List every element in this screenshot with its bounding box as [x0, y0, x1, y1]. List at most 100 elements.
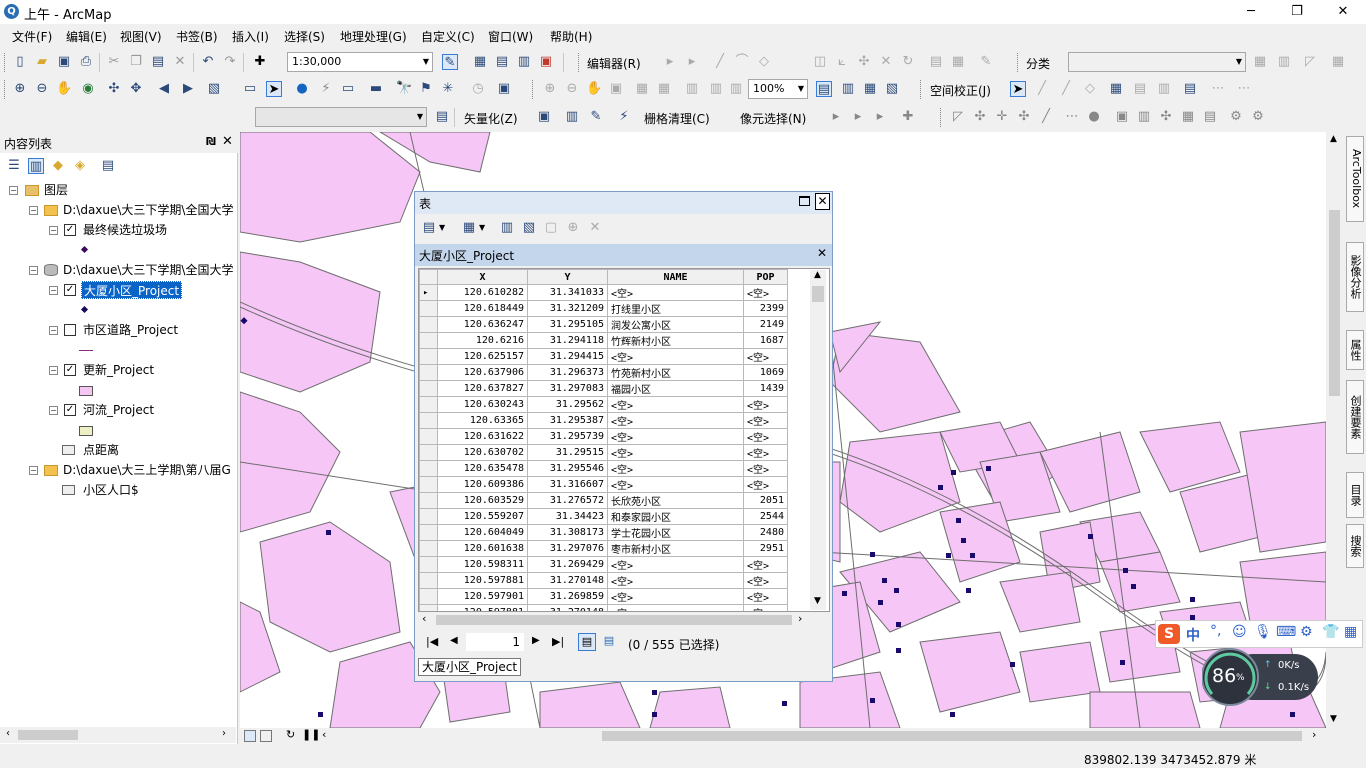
collapse-icon[interactable]: − — [49, 366, 58, 375]
cell-x[interactable]: 120.597881 — [437, 604, 528, 611]
editor-toolbar-icon[interactable]: ✎ — [442, 54, 458, 70]
attribute-transfer-icon[interactable]: ▤ — [1182, 81, 1198, 97]
cell-x[interactable]: 120.597901 — [437, 588, 528, 605]
ime-mode[interactable]: 中 — [1186, 625, 1200, 645]
cell-x[interactable]: 120.603529 — [437, 492, 528, 509]
scroll-thumb[interactable] — [1329, 210, 1340, 396]
cell-name[interactable]: <空> — [607, 412, 744, 429]
table-row[interactable]: 120.635478 31.295546 <空> <空> — [419, 460, 788, 477]
cell-name[interactable]: <空> — [607, 572, 744, 589]
cell-pop[interactable]: 2544 — [743, 508, 788, 525]
forward-extent-icon[interactable]: ▶ — [180, 81, 196, 97]
scroll-left-icon[interactable]: ‹ — [422, 612, 426, 625]
cell-y[interactable]: 31.269429 — [527, 556, 608, 573]
cut-polygon-icon[interactable]: ✣ — [856, 54, 872, 70]
scroll-thumb[interactable] — [18, 730, 78, 740]
open-icon[interactable]: ▰ — [34, 54, 50, 70]
cell-x[interactable]: 120.631622 — [437, 428, 528, 445]
cell-name[interactable]: <空> — [607, 476, 744, 493]
training-manager-icon[interactable]: ▦ — [1252, 54, 1268, 70]
grid-hscroll[interactable]: ‹ › — [418, 612, 808, 628]
toolbar-grip[interactable] — [920, 80, 923, 99]
table-row[interactable]: 120.618449 31.321209 打线里小区 2399 — [419, 300, 788, 317]
cell-x[interactable]: 120.637906 — [437, 364, 528, 381]
cell-name[interactable]: <空> — [607, 428, 744, 445]
cut-icon[interactable]: ✂ — [106, 54, 122, 70]
cell-y[interactable]: 31.295546 — [527, 460, 608, 477]
table-row[interactable]: 120.598311 31.269429 <空> <空> — [419, 556, 788, 573]
chevron-down-icon[interactable]: ▼ — [439, 223, 445, 232]
column-header-pop[interactable]: POP — [743, 269, 788, 285]
grid-vscroll[interactable]: ▲ ▼ — [810, 270, 826, 610]
toolbar-grip[interactable] — [940, 108, 943, 127]
layout-zoom-out-icon[interactable]: ⊖ — [564, 81, 580, 97]
scroll-right-icon[interactable]: › — [798, 612, 802, 625]
cell-x[interactable]: 120.610282 — [437, 284, 528, 301]
row-selector[interactable] — [419, 332, 438, 349]
emoji-icon[interactable]: ☺ — [1232, 624, 1247, 640]
sketch-properties-icon[interactable]: ▦ — [950, 54, 966, 70]
raster-layer-combo[interactable]: ▼ — [255, 107, 427, 127]
table-row[interactable]: 120.601638 31.297076 枣市新村小区 2951 — [419, 540, 788, 557]
menu-selection[interactable]: 选择(S) — [284, 28, 325, 45]
find-connected-icon[interactable]: ▸ — [872, 109, 888, 125]
cell-pop[interactable]: 2051 — [743, 492, 788, 509]
cell-y[interactable]: 31.295105 — [527, 316, 608, 333]
delete-icon[interactable]: ✕ — [172, 54, 188, 70]
cell-x[interactable]: 120.637827 — [437, 380, 528, 397]
layout-forward-icon[interactable]: ▥ — [708, 81, 724, 97]
keyboard-icon[interactable]: ⌨ — [1276, 624, 1296, 640]
add-data-icon[interactable]: ✚ — [252, 54, 268, 70]
switch-selection-icon[interactable]: ▧ — [521, 220, 537, 236]
column-header-x[interactable]: X — [437, 269, 528, 285]
scroll-right-icon[interactable]: › — [1312, 728, 1316, 741]
trace-icon[interactable]: ⌒ — [734, 54, 750, 70]
row-selector[interactable] — [419, 380, 438, 397]
row-selector[interactable] — [419, 428, 438, 445]
cell-name[interactable]: <空> — [607, 556, 744, 573]
zoom-in-icon[interactable]: ⊕ — [12, 81, 28, 97]
search-window-icon[interactable]: ▥ — [516, 54, 532, 70]
cell-pop[interactable]: <空> — [743, 460, 788, 477]
toc-options-icon[interactable]: ▤ — [100, 158, 116, 174]
cell-pop[interactable]: <空> — [743, 428, 788, 445]
cell-x[interactable]: 120.63365 — [437, 412, 528, 429]
cell-name[interactable]: 福园小区 — [607, 380, 744, 397]
close-button[interactable]: ✕ — [1320, 0, 1366, 24]
scroll-thumb[interactable] — [436, 615, 792, 625]
menu-geoprocessing[interactable]: 地理处理(G) — [340, 28, 407, 45]
table-row[interactable]: 120.59788131.270148<空><空> — [419, 604, 788, 611]
clear-selection-icon[interactable]: ▭ — [242, 81, 258, 97]
generate-features-icon[interactable]: ▥ — [564, 109, 580, 125]
hyperlink-icon[interactable]: ⚡ — [318, 81, 334, 97]
cell-name[interactable]: 学士花园小区 — [607, 524, 744, 541]
cell-y[interactable]: 31.295739 — [527, 428, 608, 445]
toolbar-grip[interactable] — [1017, 53, 1020, 72]
cell-x[interactable]: 120.630702 — [437, 444, 528, 461]
raster-snap-icon[interactable]: ✚ — [900, 109, 916, 125]
table-row[interactable]: 120.6216 31.294118 竹辉新村小区 1687 — [419, 332, 788, 349]
find-route-icon[interactable]: ⚑ — [418, 81, 434, 97]
cell-selection-menu[interactable]: 像元选择(N) — [740, 110, 806, 127]
list-by-selection-icon[interactable]: ◈ — [72, 158, 88, 174]
draw-polygon-icon[interactable]: ◸ — [1302, 54, 1318, 70]
zoom-100-icon[interactable]: ▥ — [728, 81, 744, 97]
menu-file[interactable]: 文件(F) — [12, 28, 52, 45]
print-icon[interactable]: ⎙ — [78, 54, 94, 70]
layout-pan-icon[interactable]: ✋ — [586, 81, 602, 97]
menu-help[interactable]: 帮助(H) — [550, 28, 592, 45]
row-selector[interactable] — [419, 588, 438, 605]
punctuation-icon[interactable]: °, — [1210, 623, 1221, 639]
table-row[interactable]: 120.604049 31.308173 学士花园小区 2480 — [419, 524, 788, 541]
identify-icon[interactable]: ● — [294, 81, 310, 97]
cell-x[interactable]: 120.618449 — [437, 300, 528, 317]
chevron-down-icon[interactable]: ▼ — [479, 223, 485, 232]
cell-x[interactable]: 120.597881 — [437, 572, 528, 589]
cell-pop[interactable]: 1687 — [743, 332, 788, 349]
table-row[interactable]: 120.637827 31.297083 福园小区 1439 — [419, 380, 788, 397]
dock-tab-catalog[interactable]: 目录 — [1346, 472, 1364, 518]
fixed-zoom-out-icon[interactable]: ✥ — [128, 81, 144, 97]
topology-fix-icon[interactable]: ▦ — [1180, 109, 1196, 125]
collapse-icon[interactable]: − — [49, 406, 58, 415]
reshape-icon[interactable]: ⟀ — [834, 54, 850, 70]
